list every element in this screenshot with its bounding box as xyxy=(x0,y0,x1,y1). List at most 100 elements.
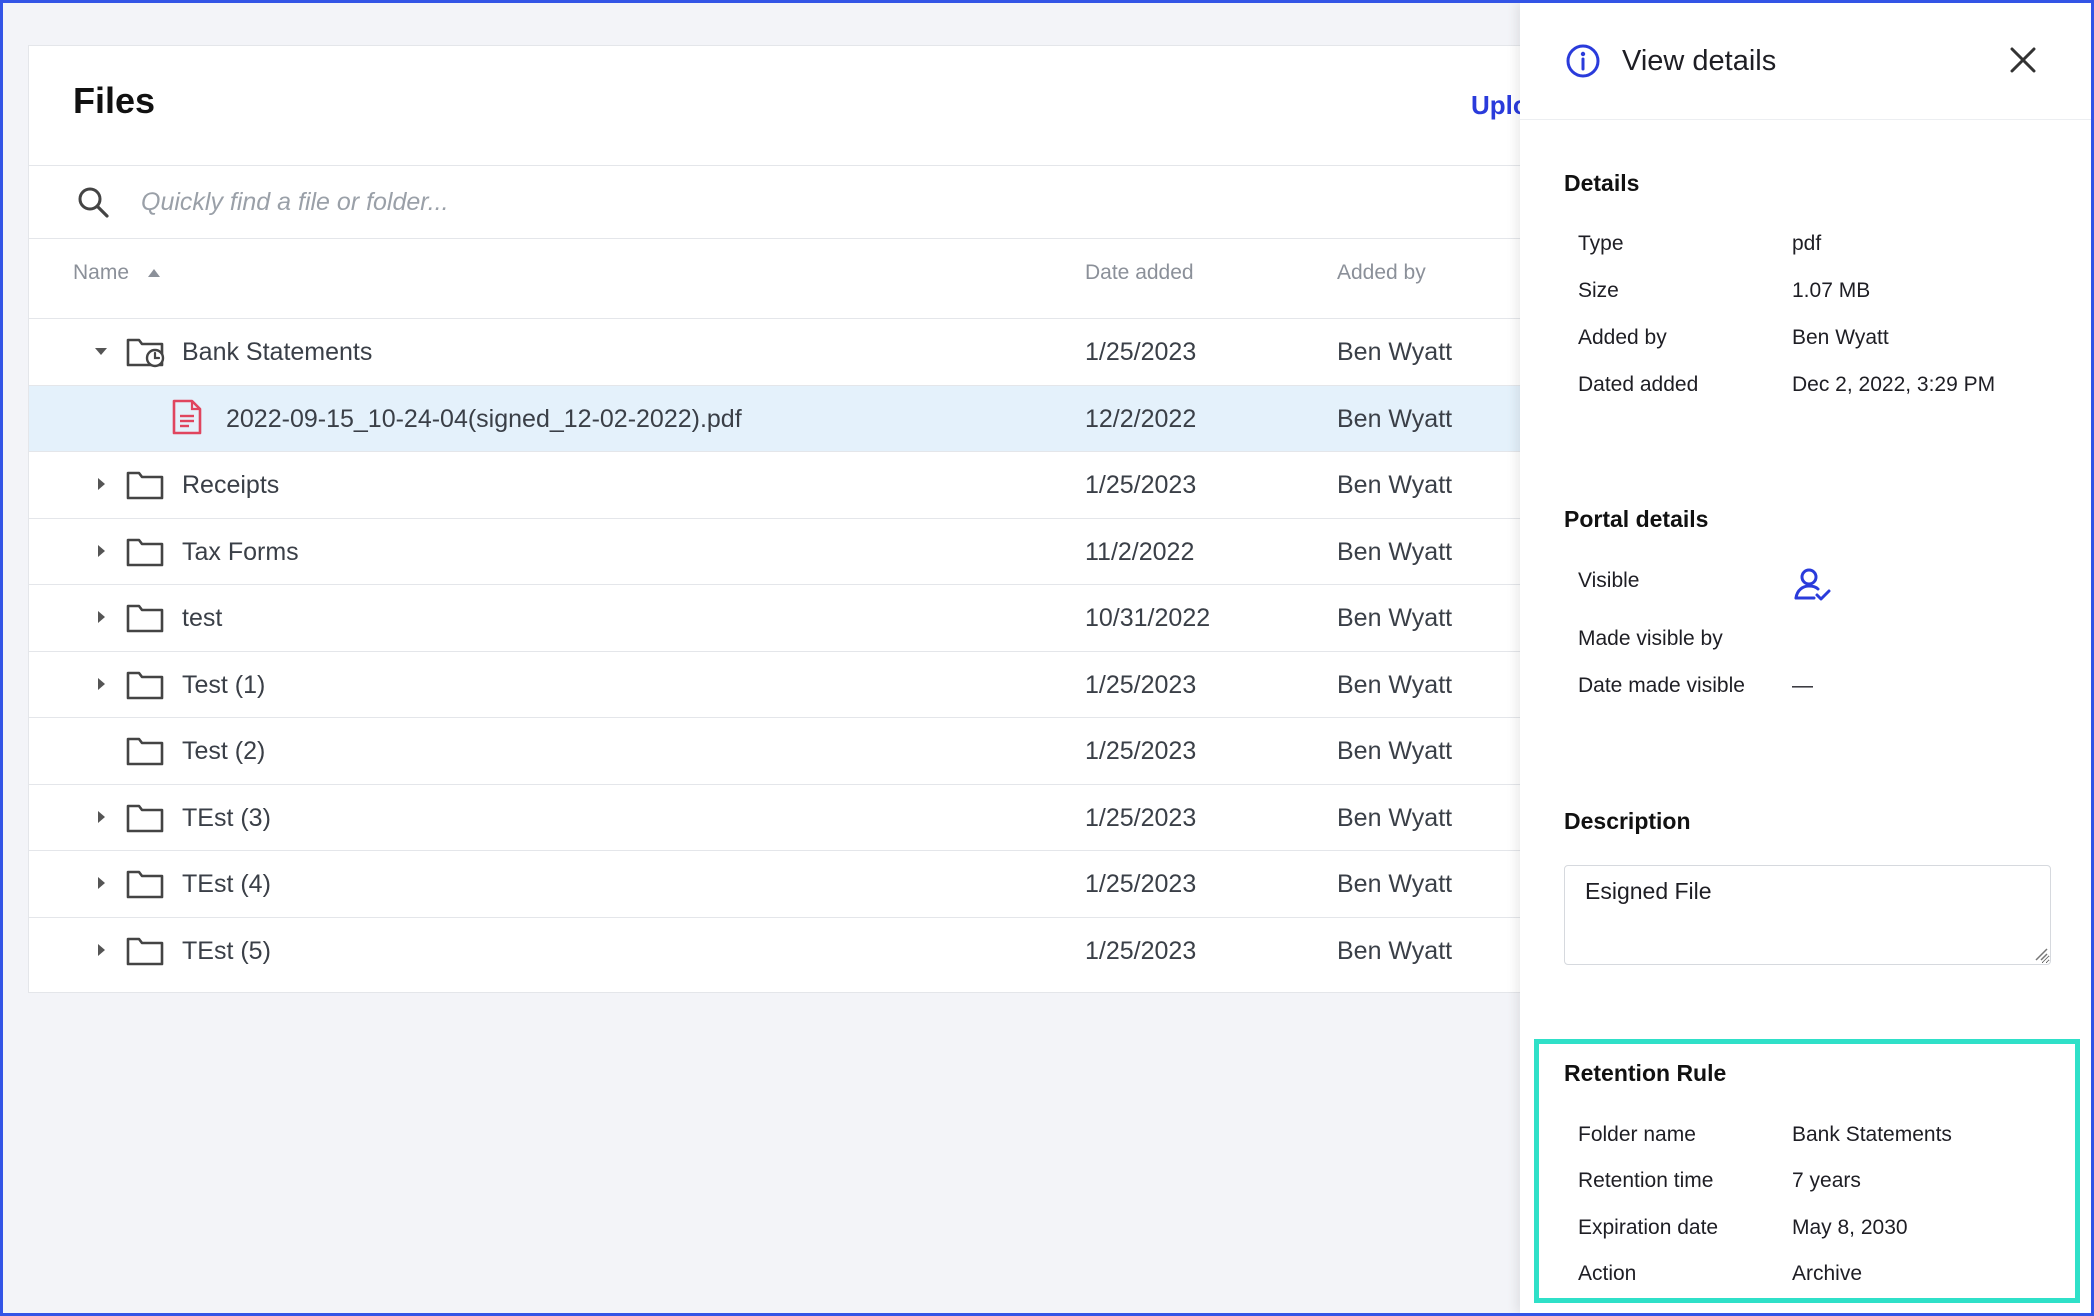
column-header-name-label: Name xyxy=(73,261,130,284)
caret-right-icon[interactable] xyxy=(93,875,109,891)
row-added-by: Ben Wyatt xyxy=(1337,604,1453,632)
table-row[interactable]: TEst (5) 1/25/2023 Ben Wyatt xyxy=(29,916,1567,984)
folder-icon xyxy=(126,937,164,965)
folder-icon xyxy=(126,804,164,832)
files-card: Files Uplo Name Date added Added by Bank… xyxy=(28,45,1568,993)
folder-icon xyxy=(126,471,164,500)
caret-right-icon[interactable] xyxy=(93,609,109,625)
description-field[interactable]: Esigned File xyxy=(1564,865,2051,965)
row-date: 10/31/2022 xyxy=(1085,604,1211,632)
row-name: TEst (4) xyxy=(182,870,271,898)
table-row-selected[interactable]: 2022-09-15_10-24-04(signed_12-02-2022).p… xyxy=(29,384,1567,451)
pdf-file-icon xyxy=(172,399,202,434)
row-date: 1/25/2023 xyxy=(1085,471,1197,499)
folder-icon xyxy=(126,538,164,566)
row-added-by: Ben Wyatt xyxy=(1337,936,1453,965)
row-date: 1/25/2023 xyxy=(1085,870,1197,898)
date-made-visible-label: Date made visible xyxy=(1578,674,1745,697)
row-date: 1/25/2023 xyxy=(1085,670,1197,699)
date-added-label: Dated added xyxy=(1578,373,1699,396)
caret-right-icon[interactable] xyxy=(93,676,109,692)
row-name: TEst (3) xyxy=(182,803,271,832)
close-icon[interactable] xyxy=(2008,45,2038,75)
expiration-date-value: May 8, 2030 xyxy=(1792,1216,1908,1239)
column-header-name[interactable]: Name xyxy=(73,261,161,285)
table-row[interactable]: Receipts 1/25/2023 Ben Wyatt xyxy=(29,451,1567,518)
added-by-value: Ben Wyatt xyxy=(1792,326,1889,349)
retention-rule-heading: Retention Rule xyxy=(1564,1060,1727,1086)
folder-icon xyxy=(126,870,164,899)
row-added-by: Ben Wyatt xyxy=(1337,670,1453,699)
table-row[interactable]: Bank Statements 1/25/2023 Ben Wyatt xyxy=(29,318,1567,385)
description-heading: Description xyxy=(1564,808,1691,834)
portal-details-heading: Portal details xyxy=(1564,506,1709,532)
row-added-by: Ben Wyatt xyxy=(1337,471,1453,499)
folder-icon xyxy=(126,604,164,633)
date-added-value: Dec 2, 2022, 3:29 PM xyxy=(1792,373,1996,396)
table-row[interactable]: Test (1) 1/25/2023 Ben Wyatt xyxy=(29,650,1567,718)
row-name: 2022-09-15_10-24-04(signed_12-02-2022).p… xyxy=(226,404,742,433)
made-visible-by-label: Made visible by xyxy=(1578,627,1723,650)
row-added-by: Ben Wyatt xyxy=(1337,803,1453,832)
folder-icon xyxy=(126,671,164,699)
folder-name-label: Folder name xyxy=(1578,1123,1696,1146)
row-added-by: Ben Wyatt xyxy=(1337,870,1453,898)
retention-time-label: Retention time xyxy=(1578,1169,1714,1192)
sort-ascending-icon xyxy=(147,269,160,278)
search-input[interactable] xyxy=(141,180,1441,224)
user-check-icon[interactable] xyxy=(1792,565,1832,605)
row-name: Test (2) xyxy=(182,737,266,765)
row-name: Receipts xyxy=(182,471,280,499)
size-label: Size xyxy=(1578,279,1619,302)
table-row[interactable]: Tax Forms 11/2/2022 Ben Wyatt xyxy=(29,517,1567,585)
folder-clock-icon xyxy=(126,338,165,368)
caret-right-icon[interactable] xyxy=(93,543,109,559)
added-by-label: Added by xyxy=(1578,326,1667,349)
retention-time-value: 7 years xyxy=(1792,1169,1861,1192)
table-row[interactable]: test 10/31/2022 Ben Wyatt xyxy=(29,584,1567,651)
expiration-date-label: Expiration date xyxy=(1578,1216,1719,1239)
caret-right-icon[interactable] xyxy=(93,476,109,492)
row-date: 1/25/2023 xyxy=(1085,338,1197,366)
type-value: pdf xyxy=(1792,232,1822,255)
row-date: 12/2/2022 xyxy=(1085,404,1197,433)
folder-name-value: Bank Statements xyxy=(1792,1123,1952,1146)
visible-label: Visible xyxy=(1578,569,1640,592)
action-label: Action xyxy=(1578,1262,1637,1285)
view-details-panel: View details Details Type pdf Size 1.07 … xyxy=(1520,3,2091,1313)
caret-down-icon[interactable] xyxy=(93,343,109,359)
row-added-by: Ben Wyatt xyxy=(1337,537,1453,566)
date-made-visible-value: — xyxy=(1792,674,1813,697)
row-name: test xyxy=(182,604,223,632)
info-icon xyxy=(1566,44,1600,78)
caret-right-icon[interactable] xyxy=(93,809,109,825)
details-heading: Details xyxy=(1564,170,1640,196)
row-date: 1/25/2023 xyxy=(1085,737,1197,765)
row-date: 11/2/2022 xyxy=(1085,537,1195,566)
row-name: Test (1) xyxy=(182,670,266,699)
action-value: Archive xyxy=(1792,1262,1863,1285)
row-date: 1/25/2023 xyxy=(1085,803,1197,832)
row-added-by: Ben Wyatt xyxy=(1337,737,1453,765)
caret-right-icon[interactable] xyxy=(93,942,109,958)
row-name: Tax Forms xyxy=(182,537,299,566)
folder-icon xyxy=(126,737,164,766)
search-icon xyxy=(78,187,109,218)
table-row[interactable]: Test (2) 1/25/2023 Ben Wyatt xyxy=(29,717,1567,784)
column-header-date-added[interactable]: Date added xyxy=(1085,261,1194,285)
page-title: Files xyxy=(73,80,156,121)
row-added-by: Ben Wyatt xyxy=(1337,404,1453,433)
type-label: Type xyxy=(1578,232,1624,255)
table-row[interactable]: TEst (3) 1/25/2023 Ben Wyatt xyxy=(29,783,1567,851)
file-list: Bank Statements 1/25/2023 Ben Wyatt 2022… xyxy=(29,318,1567,983)
panel-header: View details xyxy=(1520,3,2091,120)
row-name: Bank Statements xyxy=(182,338,373,366)
table-row[interactable]: TEst (4) 1/25/2023 Ben Wyatt xyxy=(29,850,1567,917)
row-date: 1/25/2023 xyxy=(1085,936,1197,965)
size-value: 1.07 MB xyxy=(1792,279,1871,302)
search-bar xyxy=(29,165,1567,239)
row-name: TEst (5) xyxy=(182,936,271,965)
column-header-added-by[interactable]: Added by xyxy=(1337,261,1426,285)
row-added-by: Ben Wyatt xyxy=(1337,338,1453,366)
panel-title: View details xyxy=(1622,45,1777,77)
